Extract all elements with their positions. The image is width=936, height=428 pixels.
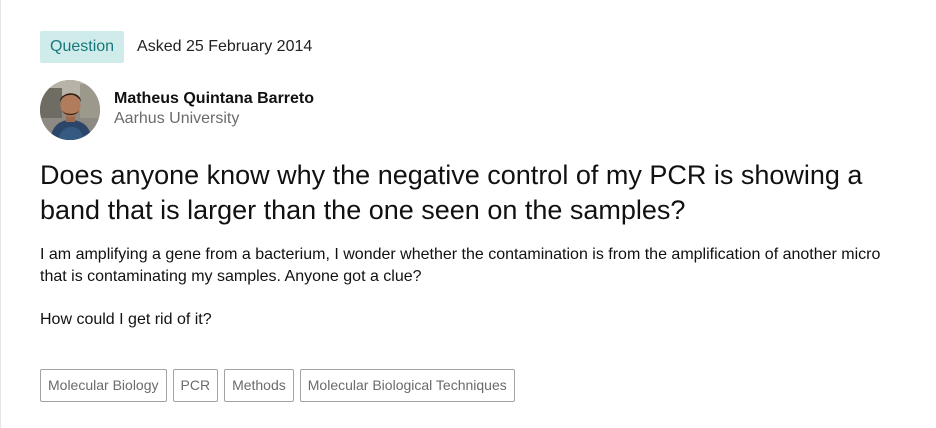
question-type-badge: Question (40, 31, 125, 63)
topic-tags: Molecular Biology PCR Methods Molecular … (40, 369, 521, 402)
question-card: Question Asked 25 February 2014 Matheus … (0, 0, 936, 428)
question-meta: Question Asked 25 February 2014 (40, 31, 312, 63)
tag-molecular-biology[interactable]: Molecular Biology (40, 369, 167, 402)
avatar[interactable] (40, 80, 100, 140)
asked-date: Asked 25 February 2014 (137, 38, 313, 55)
author-block: Matheus Quintana Barreto Aarhus Universi… (40, 80, 314, 140)
tag-molecular-biological-techniques[interactable]: Molecular Biological Techniques (299, 369, 515, 402)
question-title: Does anyone know why the negative contro… (40, 160, 863, 225)
author-institution[interactable]: Aarhus University (114, 109, 314, 129)
question-body-paragraph: How could I get rid of it? (40, 311, 212, 328)
author-name[interactable]: Matheus Quintana Barreto (114, 89, 314, 109)
tag-pcr[interactable]: PCR (172, 369, 219, 402)
question-body-paragraph: I am amplifying a gene from a bacterium,… (40, 246, 881, 285)
author-text: Matheus Quintana Barreto Aarhus Universi… (114, 89, 314, 129)
avatar-photo (40, 80, 100, 140)
tag-methods[interactable]: Methods (224, 369, 294, 402)
